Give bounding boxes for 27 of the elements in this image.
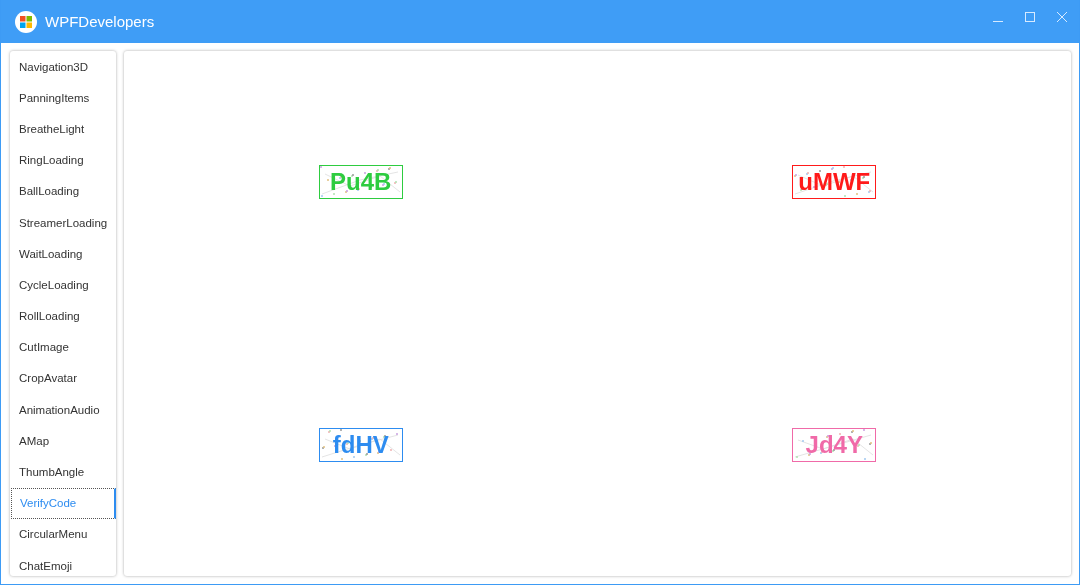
sidebar-item[interactable]: CircularMenu — [11, 518, 114, 550]
sidebar-item[interactable]: VerifyCode — [11, 487, 116, 519]
sidebar-item[interactable]: AnimationAudio — [11, 394, 114, 426]
app-logo-icon — [15, 10, 37, 33]
sidebar-item[interactable]: RingLoading — [11, 144, 114, 176]
sidebar-item[interactable]: PanningItems — [11, 82, 114, 114]
sidebar-item[interactable]: ThumbAngle — [11, 456, 114, 488]
sidebar-item[interactable]: Navigation3D — [11, 51, 114, 83]
sidebar-item[interactable]: ChatEmoji — [11, 550, 114, 576]
sidebar-item[interactable]: RollLoading — [11, 300, 114, 332]
captcha-text: Pu4B — [330, 170, 392, 195]
sidebar-item[interactable]: CutImage — [11, 331, 114, 363]
sidebar-item[interactable]: StreamerLoading — [11, 206, 114, 239]
captcha-text: fdHV — [332, 432, 389, 457]
sidebar-item[interactable]: BallLoading — [11, 175, 114, 207]
captcha-text: uMWF — [798, 170, 871, 195]
sidebar-item[interactable]: AMap — [11, 425, 114, 457]
minimize-icon — [993, 20, 1003, 22]
window-title: WPFDevelopers — [45, 13, 156, 30]
close-icon — [1057, 12, 1067, 22]
captcha-image[interactable]: uMWF — [792, 165, 877, 200]
captcha-text: Jd4Y — [805, 432, 863, 457]
sidebar-item[interactable]: CropAvatar — [11, 362, 114, 395]
sidebar-item[interactable]: BreatheLight — [11, 113, 114, 145]
maximize-icon — [1025, 12, 1035, 22]
sidebar-item[interactable]: CycleLoading — [11, 269, 114, 301]
sidebar-item[interactable]: WaitLoading — [11, 238, 114, 270]
